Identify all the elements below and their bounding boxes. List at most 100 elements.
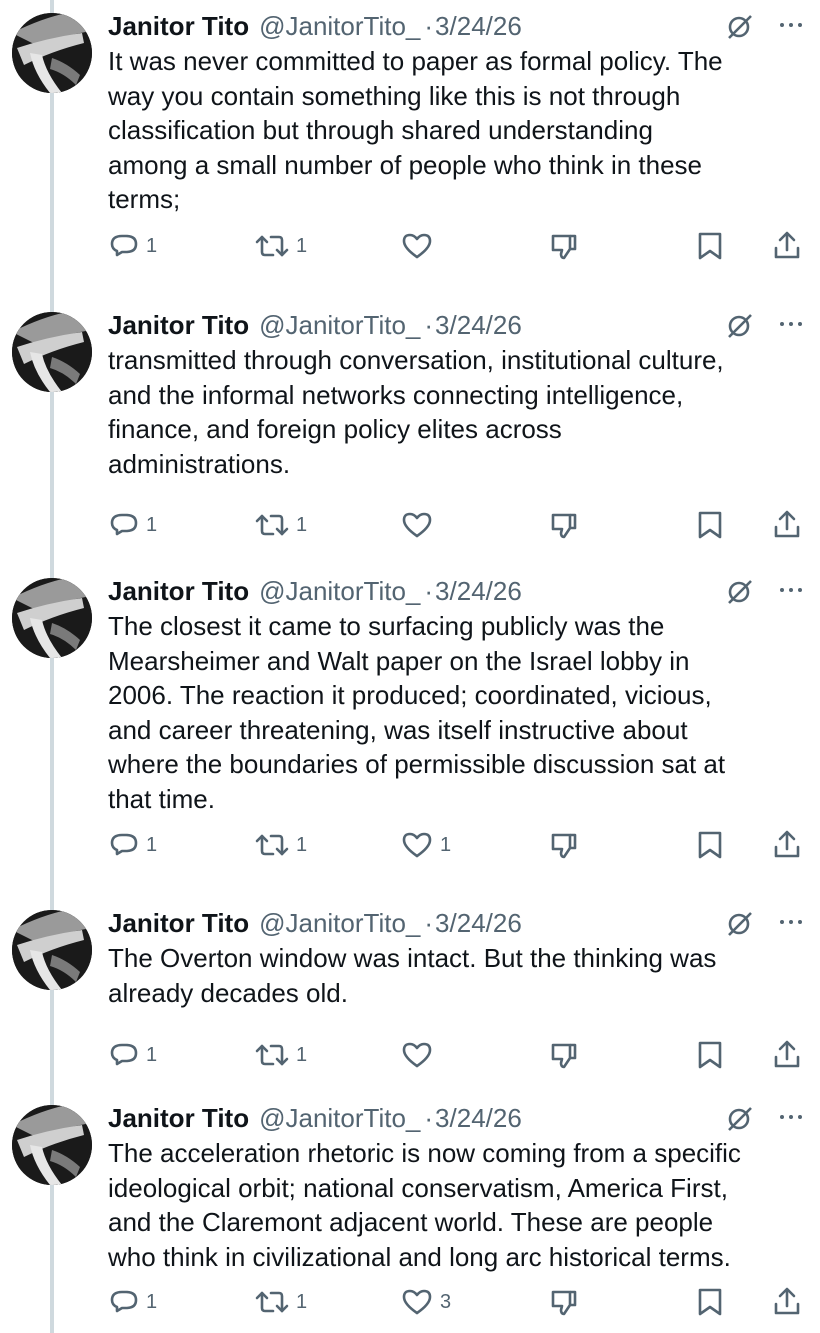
tweet-date[interactable]: 3/24/26	[435, 310, 522, 341]
author-name[interactable]: Janitor Tito	[108, 576, 249, 607]
like-icon	[402, 233, 432, 259]
like-button[interactable]	[400, 228, 440, 264]
share-button[interactable]	[772, 827, 802, 863]
share-icon	[774, 830, 800, 858]
retweet-button[interactable]: 1	[254, 228, 307, 264]
tweet-text-line: and career threatening, was itself instr…	[108, 714, 688, 745]
like-button[interactable]	[400, 507, 440, 543]
tweet-date[interactable]: 3/24/26	[435, 908, 522, 939]
retweet-button[interactable]: 1	[254, 827, 307, 863]
tweet[interactable]: Janitor Tito @JanitorTito_ · 3/24/26 It …	[0, 0, 820, 299]
tweet[interactable]: Janitor Tito @JanitorTito_ · 3/24/26 The…	[0, 565, 820, 897]
bookmark-button[interactable]	[696, 228, 724, 264]
dislike-button[interactable]	[548, 507, 580, 543]
more-icon[interactable]	[776, 1102, 806, 1132]
dislike-icon	[551, 833, 577, 859]
author-handle[interactable]: @JanitorTito_	[259, 576, 420, 607]
tweet[interactable]: Janitor Tito @JanitorTito_ · 3/24/26 The…	[0, 1092, 820, 1333]
tweet-actions: 1 1 3	[0, 1284, 820, 1320]
retweet-button[interactable]: 1	[254, 1284, 307, 1320]
author-handle[interactable]: @JanitorTito_	[259, 310, 420, 341]
tweet-text-line: ideological orbit; national conservatism…	[108, 1172, 728, 1203]
tweet-header: Janitor Tito @JanitorTito_ · 3/24/26	[108, 1101, 522, 1135]
reply-button[interactable]: 1	[108, 228, 157, 264]
author-name[interactable]: Janitor Tito	[108, 11, 249, 42]
tweet-actions: 1 1	[0, 1037, 820, 1073]
reply-count: 1	[146, 833, 158, 856]
bookmark-button[interactable]	[696, 1037, 724, 1073]
tweet-date[interactable]: 3/24/26	[435, 11, 522, 42]
share-button[interactable]	[772, 1037, 802, 1073]
more-icon[interactable]	[776, 575, 806, 605]
tweet-date[interactable]: 3/24/26	[435, 576, 522, 607]
retweet-icon	[255, 235, 289, 257]
tweet[interactable]: Janitor Tito @JanitorTito_ · 3/24/26 tra…	[0, 299, 820, 565]
dislike-button[interactable]	[548, 228, 580, 264]
share-icon	[774, 231, 800, 259]
share-button[interactable]	[772, 507, 802, 543]
avatar[interactable]	[12, 13, 92, 93]
retweet-count: 1	[296, 1290, 308, 1313]
dislike-icon	[551, 513, 577, 539]
separator-dot: ·	[424, 309, 434, 340]
retweet-count: 1	[296, 513, 308, 536]
reply-icon	[110, 234, 138, 257]
tweet-text-line: who think in civilizational and long arc…	[108, 1241, 731, 1272]
tweet-header: Janitor Tito @JanitorTito_ · 3/24/26	[108, 906, 522, 940]
avatar[interactable]	[12, 312, 92, 392]
tweet-text-line: among a small number of people who think…	[108, 149, 703, 180]
tweet-text-line: where the boundaries of permissible disc…	[108, 749, 726, 779]
more-icon[interactable]	[776, 907, 806, 937]
more-icon[interactable]	[776, 10, 806, 40]
tweet-text-line: The closest it came to surfacing publicl…	[108, 611, 665, 641]
more-icon[interactable]	[776, 309, 806, 339]
tweet-text-line: way you contain something like this is n…	[108, 80, 681, 111]
dislike-button[interactable]	[548, 1037, 580, 1073]
share-button[interactable]	[772, 1284, 802, 1320]
reply-button[interactable]: 1	[108, 507, 157, 543]
dislike-button[interactable]	[548, 827, 580, 863]
author-handle[interactable]: @JanitorTito_	[259, 1103, 420, 1134]
like-count: 1	[440, 833, 452, 856]
tweet-text: It was never committed to paper as forma…	[108, 44, 808, 217]
tweet-text-line: The Overton window was intact. But the t…	[108, 943, 717, 973]
author-name[interactable]: Janitor Tito	[108, 310, 249, 341]
author-handle[interactable]: @JanitorTito_	[259, 11, 420, 42]
grok-icon[interactable]	[724, 909, 754, 939]
bookmark-button[interactable]	[696, 827, 724, 863]
like-button[interactable]: 3	[400, 1284, 451, 1320]
reply-button[interactable]: 1	[108, 827, 157, 863]
bookmark-icon	[698, 511, 722, 539]
author-name[interactable]: Janitor Tito	[108, 908, 249, 939]
dislike-button[interactable]	[548, 1284, 580, 1320]
tweet-text-line: and the Claremont adjacent world. These …	[108, 1207, 714, 1237]
like-button[interactable]: 1	[400, 827, 451, 863]
like-icon	[402, 832, 432, 858]
reply-button[interactable]: 1	[108, 1284, 157, 1320]
bookmark-button[interactable]	[696, 1284, 724, 1320]
grok-icon[interactable]	[724, 12, 754, 42]
separator-dot: ·	[424, 907, 434, 938]
tweet-text: The acceleration rhetoric is now coming …	[108, 1136, 808, 1274]
like-button[interactable]	[400, 1037, 440, 1073]
avatar[interactable]	[12, 1105, 92, 1185]
like-icon	[402, 1042, 432, 1068]
like-icon	[402, 1289, 432, 1315]
retweet-icon	[255, 1044, 289, 1066]
tweet-header: Janitor Tito @JanitorTito_ · 3/24/26	[108, 308, 522, 342]
author-handle[interactable]: @JanitorTito_	[259, 908, 420, 939]
avatar[interactable]	[12, 910, 92, 990]
tweet-date[interactable]: 3/24/26	[435, 1103, 522, 1134]
author-name[interactable]: Janitor Tito	[108, 1103, 249, 1134]
grok-icon[interactable]	[724, 577, 754, 607]
reply-button[interactable]: 1	[108, 1037, 157, 1073]
tweet[interactable]: Janitor Tito @JanitorTito_ · 3/24/26 The…	[0, 897, 820, 1092]
retweet-button[interactable]: 1	[254, 1037, 307, 1073]
retweet-button[interactable]: 1	[254, 507, 307, 543]
grok-icon[interactable]	[724, 311, 754, 341]
avatar[interactable]	[12, 578, 92, 658]
grok-icon[interactable]	[724, 1104, 754, 1134]
share-button[interactable]	[772, 228, 802, 264]
separator-dot: ·	[424, 10, 434, 41]
bookmark-button[interactable]	[696, 507, 724, 543]
